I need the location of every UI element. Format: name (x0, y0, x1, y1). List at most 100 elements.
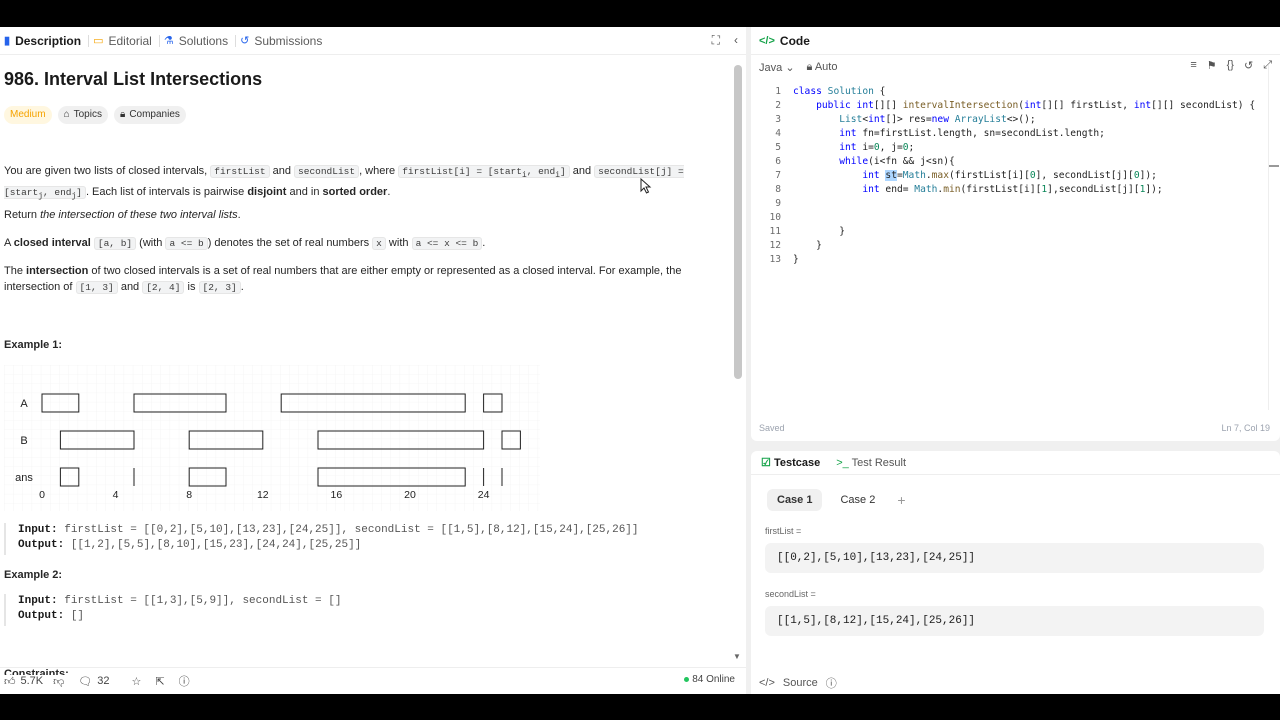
line-number: 6 (775, 156, 781, 167)
code-line: } (793, 254, 799, 265)
thumbs-down-icon: 👎︎ (53, 675, 65, 688)
online-dot (684, 677, 690, 682)
editor-scrollbar[interactable] (1268, 65, 1278, 410)
language-select[interactable]: Java ⌄ (759, 61, 795, 74)
help-button[interactable]: ⓘ (179, 673, 190, 689)
left-tab-bar: ▮ Description ▭ Editorial ⚗ Solutions ↺ … (0, 27, 746, 55)
companies-label: Companies (129, 109, 180, 120)
difficulty-badge: Medium (4, 106, 52, 124)
chevron-down-icon: ⌄ (785, 61, 795, 74)
share-icon: ⇱ (155, 675, 165, 688)
test-panel: ☑ Testcase >_ Test Result Case 1 Case 2 … (751, 451, 1280, 694)
inline-code: [2, 4] (142, 281, 185, 294)
text: You are given two lists of closed interv… (4, 165, 211, 177)
var-2-input[interactable]: [[1,5],[8,12],[15,24],[25,26]] (765, 606, 1264, 636)
auto-mode[interactable]: 🔒︎ Auto (807, 61, 838, 74)
online-count: 84 Online (692, 674, 735, 685)
code-line: } (793, 240, 822, 251)
scrollbar-thumb[interactable] (734, 65, 742, 379)
inline-code: secondList (294, 165, 360, 178)
code-part: ] (559, 166, 566, 177)
tab-label: Editorial (108, 33, 152, 48)
text: . (240, 281, 244, 293)
text: . (237, 209, 241, 221)
right-panel: </> Code Java ⌄ 🔒︎ Auto ≡ ⚑ {} ↺ ⤢ 1 clas… (751, 27, 1280, 694)
paragraph-3: A closed interval [a, b] (with a <= b) d… (4, 235, 718, 252)
code-panel: </> Code Java ⌄ 🔒︎ Auto ≡ ⚑ {} ↺ ⤢ 1 clas… (751, 27, 1280, 441)
bold-text: intersection (26, 265, 89, 277)
inline-code: firstList[i] = [starti, endi] (398, 165, 570, 180)
favorite-button[interactable]: ☆ (132, 675, 142, 688)
like-button[interactable]: 👍︎ 5.7K (4, 675, 43, 688)
output-label: Output: (18, 539, 65, 551)
topics-chip[interactable]: ⌂ Topics (57, 106, 108, 124)
line-number: 10 (769, 212, 781, 223)
dislike-button[interactable]: 👎︎ (53, 675, 64, 688)
inline-code: [2, 3] (198, 281, 241, 294)
x-tick-label: 0 (39, 489, 45, 501)
line-number: 13 (769, 254, 781, 265)
paragraph-1: You are given two lists of closed interv… (4, 163, 718, 205)
tab-editorial[interactable]: ▭ Editorial (88, 27, 160, 55)
code-line: int st=Math.max(firstList[i][0], secondL… (862, 170, 1157, 181)
bold-text: disjoint (247, 185, 287, 198)
solutions-icon: ⚗ (163, 35, 174, 47)
example-1-block: Input: firstList = [[0,2],[5,10],[13,23]… (4, 523, 639, 555)
code-line: class Solution { (793, 86, 886, 97)
comment-count: 32 (97, 675, 110, 687)
inline-code: [1, 3] (75, 281, 118, 294)
braces-icon[interactable]: {} (1227, 59, 1234, 72)
scroll-down-arrow-icon[interactable]: ▼ (733, 652, 741, 661)
tab-submissions[interactable]: ↺ Submissions (235, 27, 330, 55)
history-icon: ↺ (240, 35, 250, 47)
bottom-bar: 👍︎ 5.7K 👎︎ 🗨︎ 32 ☆ ⇱ ⓘ 84 Online (0, 667, 746, 694)
tab-test-result[interactable]: >_ Test Result (836, 457, 906, 469)
x-tick-label: 4 (113, 489, 119, 501)
example-1-output: [[1,2],[5,5],[8,10],[15,23],[24,24],[25,… (70, 539, 362, 551)
line-number: 1 (775, 86, 781, 97)
share-button[interactable]: ⇱ (155, 675, 164, 688)
text: , where (359, 165, 399, 177)
case-2-tab[interactable]: Case 2 (830, 489, 885, 511)
code-line: public int[][] intervalIntersection(int[… (816, 100, 1256, 111)
format-icon[interactable]: ≡ (1190, 59, 1196, 72)
bold-text: sorted order (322, 185, 388, 198)
inline-code: firstList (210, 165, 270, 178)
mouse-cursor-icon (640, 178, 652, 194)
editorial-icon: ▭ (93, 35, 104, 47)
line-number: 7 (775, 170, 781, 181)
source-button[interactable]: </> Source ⓘ (759, 675, 837, 691)
lock-icon: 🔒︎ (119, 109, 126, 120)
reset-icon[interactable]: ↺ (1244, 59, 1253, 72)
code-line: while(i<fn && j<sn){ (839, 156, 955, 167)
tab-solutions[interactable]: ⚗ Solutions (158, 27, 236, 55)
code-part: ] (76, 186, 82, 198)
like-count: 5.7K (20, 675, 44, 687)
row-label: ans (15, 472, 33, 484)
code-editor[interactable]: 1 class Solution { 2 public int[][] inter… (751, 85, 1280, 415)
bookmark-icon[interactable]: ⚑ (1207, 59, 1217, 72)
case-tabs: Case 1 Case 2 + (767, 489, 910, 511)
comments-button[interactable]: 🗨︎ 32 (78, 675, 109, 688)
star-icon: ☆ (131, 675, 142, 688)
description-icon: ▮ (4, 35, 11, 47)
case-1-tab[interactable]: Case 1 (767, 489, 823, 511)
help-icon: ⓘ (178, 676, 190, 688)
tab-testcase[interactable]: ☑ Testcase (761, 456, 820, 469)
code-line: } (793, 226, 845, 237)
paragraph-4: The intersection of two closed intervals… (4, 263, 718, 296)
add-case-icon[interactable]: + (893, 489, 909, 511)
text: with (385, 237, 412, 249)
text: A (4, 237, 14, 249)
interval-figure: A Bans 0 4 8 12 16 20 24 (4, 365, 540, 511)
inline-code: [a, b] (93, 237, 137, 250)
companies-chip[interactable]: 🔒︎ Companies (113, 106, 186, 124)
terminal-icon: >_ (836, 456, 849, 469)
tab-description[interactable]: ▮ Description (0, 27, 89, 55)
line-number: 8 (775, 184, 781, 195)
collapse-left-icon[interactable]: ‹ (734, 33, 738, 48)
expand-icon[interactable]: ⛶ (712, 33, 720, 48)
var-1-input[interactable]: [[0,2],[5,10],[13,23],[24,25]] (765, 543, 1264, 573)
example-1-title: Example 1: (4, 339, 63, 351)
line-number: 5 (775, 142, 781, 153)
